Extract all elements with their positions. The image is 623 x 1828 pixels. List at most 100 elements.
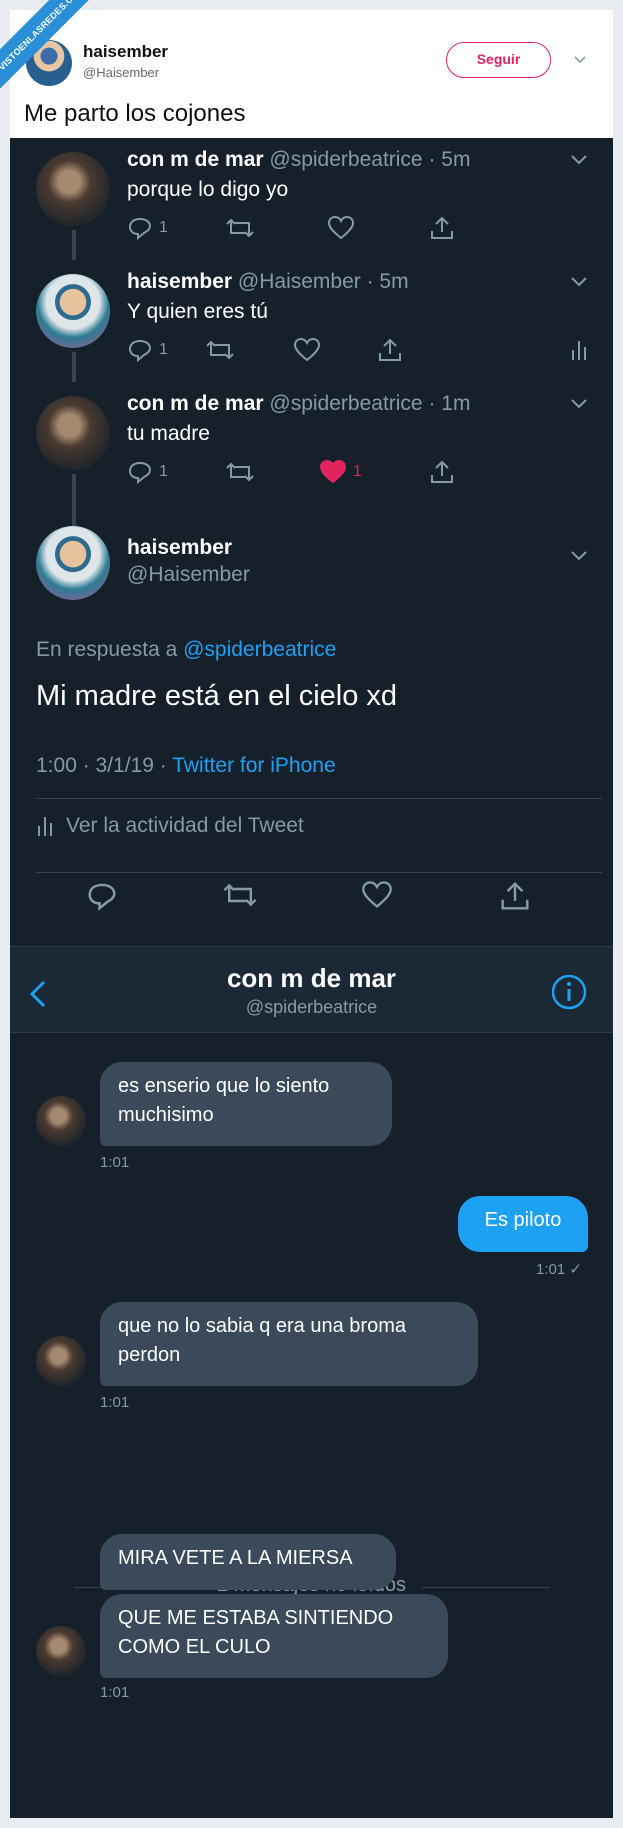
tweet-header: haisember @Haisember Seguir Me parto los… [10, 10, 613, 138]
reply-icon [128, 217, 152, 240]
avatar[interactable] [36, 274, 110, 348]
thread-tweet[interactable]: haisember @Haisember · 5m Y quien eres t… [10, 260, 613, 382]
chevron-down-icon[interactable] [573, 52, 587, 66]
share-icon [379, 338, 401, 361]
thread-connector [72, 474, 76, 526]
tweet-text: porque lo digo yo [127, 178, 289, 201]
message-bubble-sent[interactable]: Es piloto [458, 1196, 588, 1252]
tweet-text: Me parto los cojones [24, 100, 246, 127]
message-line: perdon [118, 1344, 181, 1366]
tweet-text: tu madre [127, 422, 210, 445]
message-time: 1:01 [100, 1394, 130, 1411]
activity-label: Ver la actividad del Tweet [66, 814, 304, 837]
thread-tweet[interactable]: con m de mar @spiderbeatrice · 1m tu mad… [10, 382, 613, 526]
share-action[interactable] [377, 336, 403, 364]
retweet-action[interactable] [225, 458, 255, 486]
screenshot-frame: VISTOENLASREDES.COM haisember @Haisember… [0, 0, 623, 1828]
reply-icon [128, 339, 152, 362]
retweet-action[interactable] [225, 214, 255, 242]
chevron-down-icon[interactable] [570, 550, 588, 562]
divider [36, 798, 602, 799]
retweet-icon[interactable] [222, 880, 258, 910]
like-count: 1 [353, 463, 362, 480]
avatar[interactable] [36, 1096, 86, 1146]
heart-icon [293, 337, 321, 362]
reply-count: 1 [159, 219, 168, 236]
like-action[interactable]: 1 [319, 458, 362, 486]
reply-icon[interactable] [86, 880, 118, 912]
message-line: es enserio que lo siento [118, 1075, 330, 1097]
analytics-icon [572, 341, 586, 360]
author-name[interactable]: haisember [83, 42, 168, 62]
analytics-action[interactable] [570, 336, 588, 364]
reply-count: 1 [159, 341, 168, 358]
message-bubble-received[interactable]: que no lo sabia q era una broma perdon [100, 1302, 478, 1386]
retweet-icon [206, 340, 234, 360]
avatar[interactable] [36, 526, 110, 600]
share-icon[interactable] [499, 880, 531, 912]
handle-time: @spiderbeatrice · 1m [269, 392, 471, 415]
thread-connector [72, 352, 76, 382]
heart-icon [327, 215, 355, 240]
heart-icon[interactable] [361, 880, 393, 910]
share-action[interactable] [429, 214, 455, 242]
author-name[interactable]: haisember [127, 270, 232, 293]
conversation-title: con m de mar [226, 963, 397, 993]
message-line: muchisimo [118, 1104, 214, 1126]
reply-prefix: En respuesta a [36, 638, 178, 661]
like-action[interactable] [327, 214, 355, 242]
chevron-down-icon[interactable] [570, 276, 588, 288]
retweet-icon [226, 462, 254, 482]
message-time: 1:01 [100, 1154, 130, 1171]
avatar[interactable] [36, 152, 110, 226]
message-bubble-received[interactable]: MIRA VETE A LA MIERSA [100, 1534, 396, 1590]
analytics-icon [38, 817, 52, 836]
dm-header: con m de mar @spiderbeatrice [10, 947, 613, 1033]
chevron-down-icon[interactable] [570, 398, 588, 410]
share-action[interactable] [429, 458, 455, 486]
main-tweet-text: Mi madre está en el cielo xd [36, 680, 398, 712]
divider [422, 1587, 550, 1588]
tweet-timestamp: 1:00 · 3/1/19 · Twitter for iPhone [36, 754, 336, 778]
chevron-down-icon[interactable] [570, 154, 588, 166]
author-name[interactable]: con m de mar [127, 392, 264, 415]
share-icon [431, 216, 453, 239]
retweet-action[interactable] [205, 336, 235, 364]
message-line: COMO EL CULO [118, 1636, 271, 1658]
info-icon[interactable] [550, 973, 588, 1011]
message-bubble-received[interactable]: es enserio que lo siento muchisimo [100, 1062, 392, 1146]
author-name[interactable]: con m de mar [127, 148, 264, 171]
avatar[interactable] [36, 1626, 86, 1676]
author-handle[interactable]: @Haisember [83, 65, 159, 80]
main-tweet-actions [10, 880, 613, 916]
like-action[interactable] [293, 336, 321, 364]
thread-tweet[interactable]: con m de mar @spiderbeatrice · 5m porque… [10, 138, 613, 260]
thread-connector [72, 230, 76, 260]
reply-action[interactable]: 1 [127, 458, 168, 486]
share-icon [431, 460, 453, 483]
divider [36, 872, 602, 873]
retweet-icon [226, 218, 254, 238]
message-bubble-received[interactable]: QUE ME ESTABA SINTIENDO COMO EL CULO [100, 1594, 448, 1678]
reply-action[interactable]: 1 [127, 336, 168, 364]
heart-filled-icon [319, 459, 347, 484]
reply-context: En respuesta a @spiderbeatrice [36, 638, 336, 662]
handle-time: @Haisember · 5m [237, 270, 409, 293]
timestamp-text: 1:00 · 3/1/19 · [36, 754, 167, 777]
follow-button[interactable]: Seguir [446, 42, 551, 78]
tweet-activity-link[interactable]: Ver la actividad del Tweet [36, 814, 304, 838]
message-time: 1:01 ✓ [536, 1261, 582, 1278]
source-link[interactable]: Twitter for iPhone [172, 754, 335, 777]
conversation-handle: @spiderbeatrice [245, 997, 378, 1017]
avatar[interactable] [36, 396, 110, 470]
avatar[interactable] [36, 1336, 86, 1386]
author-handle[interactable]: @Haisember [127, 563, 250, 587]
reply-action[interactable]: 1 [127, 214, 168, 242]
reply-to-link[interactable]: @spiderbeatrice [183, 638, 336, 661]
message-line: QUE ME ESTABA SINTIENDO [118, 1607, 394, 1629]
reply-icon [128, 461, 152, 484]
handle-time: @spiderbeatrice · 5m [269, 148, 471, 171]
author-name[interactable]: haisember [127, 536, 232, 560]
reply-count: 1 [159, 463, 168, 480]
dark-screenshot: con m de mar @spiderbeatrice · 5m porque… [10, 138, 613, 1818]
